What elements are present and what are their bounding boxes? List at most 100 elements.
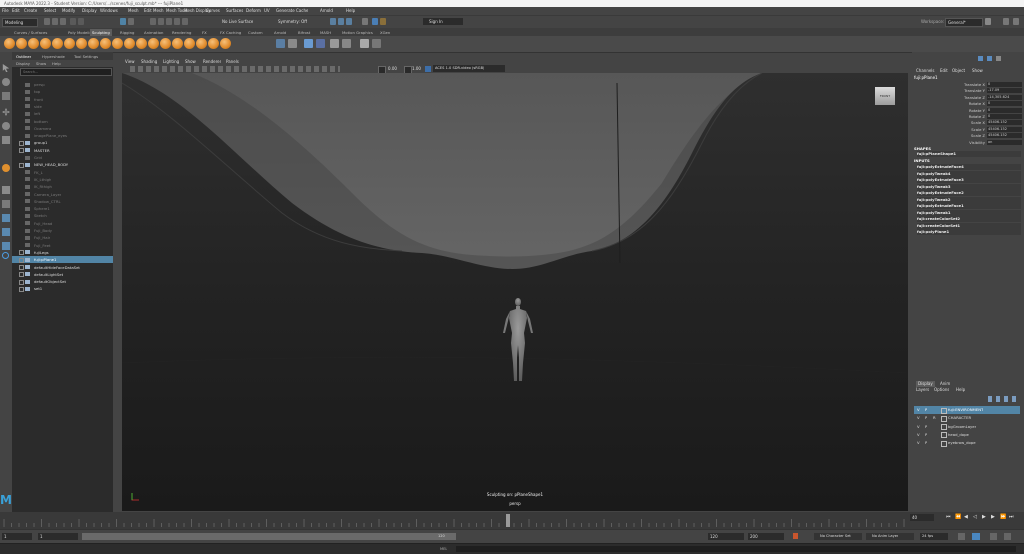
menu-select[interactable]: Select xyxy=(44,7,56,15)
snap-view-plane-icon[interactable] xyxy=(174,18,180,25)
select-tool-icon[interactable] xyxy=(2,64,10,72)
layer-name[interactable]: head_dope xyxy=(948,431,969,439)
play-back-icon[interactable]: ◁ xyxy=(973,514,977,521)
auto-key-icon[interactable] xyxy=(972,533,980,540)
play-forward-icon[interactable]: ▶ xyxy=(982,514,986,521)
paint-select-tool-icon[interactable] xyxy=(2,92,10,100)
layer-name[interactable]: bgGroomLayer xyxy=(948,423,976,431)
color-management-icon[interactable] xyxy=(425,66,431,72)
outliner-tab-outliner[interactable]: Outliner xyxy=(16,53,31,60)
rotate-tool-icon[interactable] xyxy=(2,122,10,130)
select-by-hierarchy-icon[interactable] xyxy=(120,18,126,25)
smear-brush-icon[interactable] xyxy=(172,38,183,49)
channel-box-icon[interactable] xyxy=(996,56,1001,61)
command-input[interactable] xyxy=(456,546,1016,552)
menu-curves[interactable]: Curves xyxy=(206,7,220,15)
tool-settings-icon[interactable] xyxy=(987,56,992,61)
outliner-item[interactable]: bottom xyxy=(12,118,113,125)
input-node[interactable]: fuji:polyExtrudeFace1 xyxy=(917,203,1021,209)
relax-brush-icon[interactable] xyxy=(28,38,39,49)
imprint-brush-icon[interactable] xyxy=(112,38,123,49)
outliner-item[interactable]: Sphere1 xyxy=(12,205,113,212)
pinch-brush-icon[interactable] xyxy=(52,38,63,49)
outliner-item[interactable]: left xyxy=(12,110,113,117)
menu-deform[interactable]: Deform xyxy=(246,7,261,15)
tab-shelf-animation[interactable]: Animation xyxy=(142,29,165,36)
single-perspective-layout-icon[interactable] xyxy=(2,186,10,194)
outliner-item[interactable]: NEW_HEAD_BODY xyxy=(12,161,113,168)
tab-shelf-custom[interactable]: Custom xyxy=(246,29,265,36)
playback-toggle[interactable]: P xyxy=(925,431,927,439)
input-node[interactable]: fuji:polyExtrudeFace4 xyxy=(917,164,1021,170)
snap-surface-icon[interactable] xyxy=(182,18,188,25)
viewport-menu-show[interactable]: Show xyxy=(185,58,196,65)
layer-color-swatch[interactable] xyxy=(941,432,947,439)
expand-toggle-icon[interactable] xyxy=(19,257,24,263)
cluster-icon[interactable] xyxy=(360,39,369,48)
bulge-brush-icon[interactable] xyxy=(184,38,195,49)
layer-row[interactable]: V Phead_dope xyxy=(914,431,1020,439)
playback-toggle[interactable]: P xyxy=(925,439,927,447)
playback-toggle[interactable]: P xyxy=(925,406,927,414)
outliner-item[interactable]: FK_L xyxy=(12,169,113,176)
grab-brush-icon[interactable] xyxy=(40,38,51,49)
erase-brush-icon[interactable] xyxy=(220,38,231,49)
redo-icon[interactable] xyxy=(78,18,84,25)
input-node[interactable]: fuji:createColorSet1 xyxy=(917,222,1021,229)
sign-in-button[interactable]: Sign In xyxy=(423,18,463,25)
outliner-menu-show[interactable]: Show xyxy=(36,60,46,67)
arnold-render-icon[interactable] xyxy=(372,18,378,25)
channel-box-menu-object[interactable]: Object xyxy=(952,67,965,74)
visibility-toggle[interactable]: V xyxy=(917,423,920,431)
outliner-item[interactable]: set1 xyxy=(12,285,113,292)
outliner-item[interactable]: group1 xyxy=(12,139,113,146)
playback-end-field[interactable]: 120 xyxy=(708,533,744,540)
outliner-search-input[interactable]: Search... xyxy=(20,68,112,76)
repeat-brush-icon[interactable] xyxy=(100,38,111,49)
tab-shelf-fx-caching[interactable]: FX Caching xyxy=(218,29,243,36)
menu-create[interactable]: Create xyxy=(24,7,37,15)
outliner-item[interactable]: defaultLightSet xyxy=(12,271,113,278)
menu-file[interactable]: File xyxy=(2,7,9,15)
viewport-menu-lighting[interactable]: Lighting xyxy=(163,58,179,65)
outliner-item[interactable]: fujiLegs xyxy=(12,249,113,256)
outliner-item[interactable]: IK_Lthigh xyxy=(12,176,113,183)
viewport-menu-renderer[interactable]: Renderer xyxy=(203,58,221,65)
layer-row[interactable]: V P R CHARACTER xyxy=(914,414,1020,422)
mask-icon[interactable] xyxy=(276,39,285,48)
channel-attribute-value[interactable]: 0 xyxy=(987,101,1022,107)
animation-preferences-icon[interactable] xyxy=(1004,533,1011,540)
step-back-frame-icon[interactable]: ◀ xyxy=(964,514,968,521)
four-view-layout-icon[interactable] xyxy=(2,200,10,208)
panel-layout-icon[interactable] xyxy=(1003,18,1009,25)
ipr-render-icon[interactable] xyxy=(338,18,344,25)
select-by-object-icon[interactable] xyxy=(128,18,134,25)
menu-display[interactable]: Display xyxy=(82,7,97,15)
lasso-tool-icon[interactable] xyxy=(2,78,10,86)
channel-box-menu-show[interactable]: Show xyxy=(972,67,983,74)
anim-layer-dropdown[interactable]: No Anim Layer xyxy=(866,533,914,540)
channel-attribute-value[interactable]: 0 xyxy=(987,82,1022,87)
channel-box-menu-channels[interactable]: Channels xyxy=(916,67,935,74)
open-scene-icon[interactable] xyxy=(52,18,58,25)
channel-box-menu-edit[interactable]: Edit xyxy=(940,67,948,74)
outliner-item[interactable]: imagePlane_eyes xyxy=(12,132,113,139)
outliner-menu-display[interactable]: Display xyxy=(16,60,30,67)
freeze-brush-icon[interactable] xyxy=(208,38,219,49)
character-set-dropdown[interactable]: No Character Set xyxy=(814,533,862,540)
expand-toggle-icon[interactable] xyxy=(19,140,24,146)
expand-toggle-icon[interactable] xyxy=(19,279,24,285)
input-node[interactable]: fuji:polyTweak3 xyxy=(917,183,1021,190)
expand-toggle-icon[interactable] xyxy=(19,148,24,154)
layer-menu-options[interactable]: Options xyxy=(934,387,949,393)
sculpt-tool-icon[interactable] xyxy=(2,164,10,172)
go-to-start-icon[interactable]: ⏮ xyxy=(946,514,951,521)
input-node[interactable]: fuji:polyPlane1 xyxy=(917,229,1021,235)
layer-color-swatch[interactable] xyxy=(941,440,947,447)
shape-node[interactable]: fuji:pPlaneShape1 xyxy=(917,151,1021,157)
reference-toggle[interactable]: R xyxy=(933,414,936,422)
smooth-brush-icon[interactable] xyxy=(16,38,27,49)
mode-selector[interactable]: Modeling xyxy=(2,18,38,27)
layer-name[interactable]: fuji:ENVIRONMENT xyxy=(948,406,983,414)
sculpt-brush-icon[interactable] xyxy=(4,38,15,49)
